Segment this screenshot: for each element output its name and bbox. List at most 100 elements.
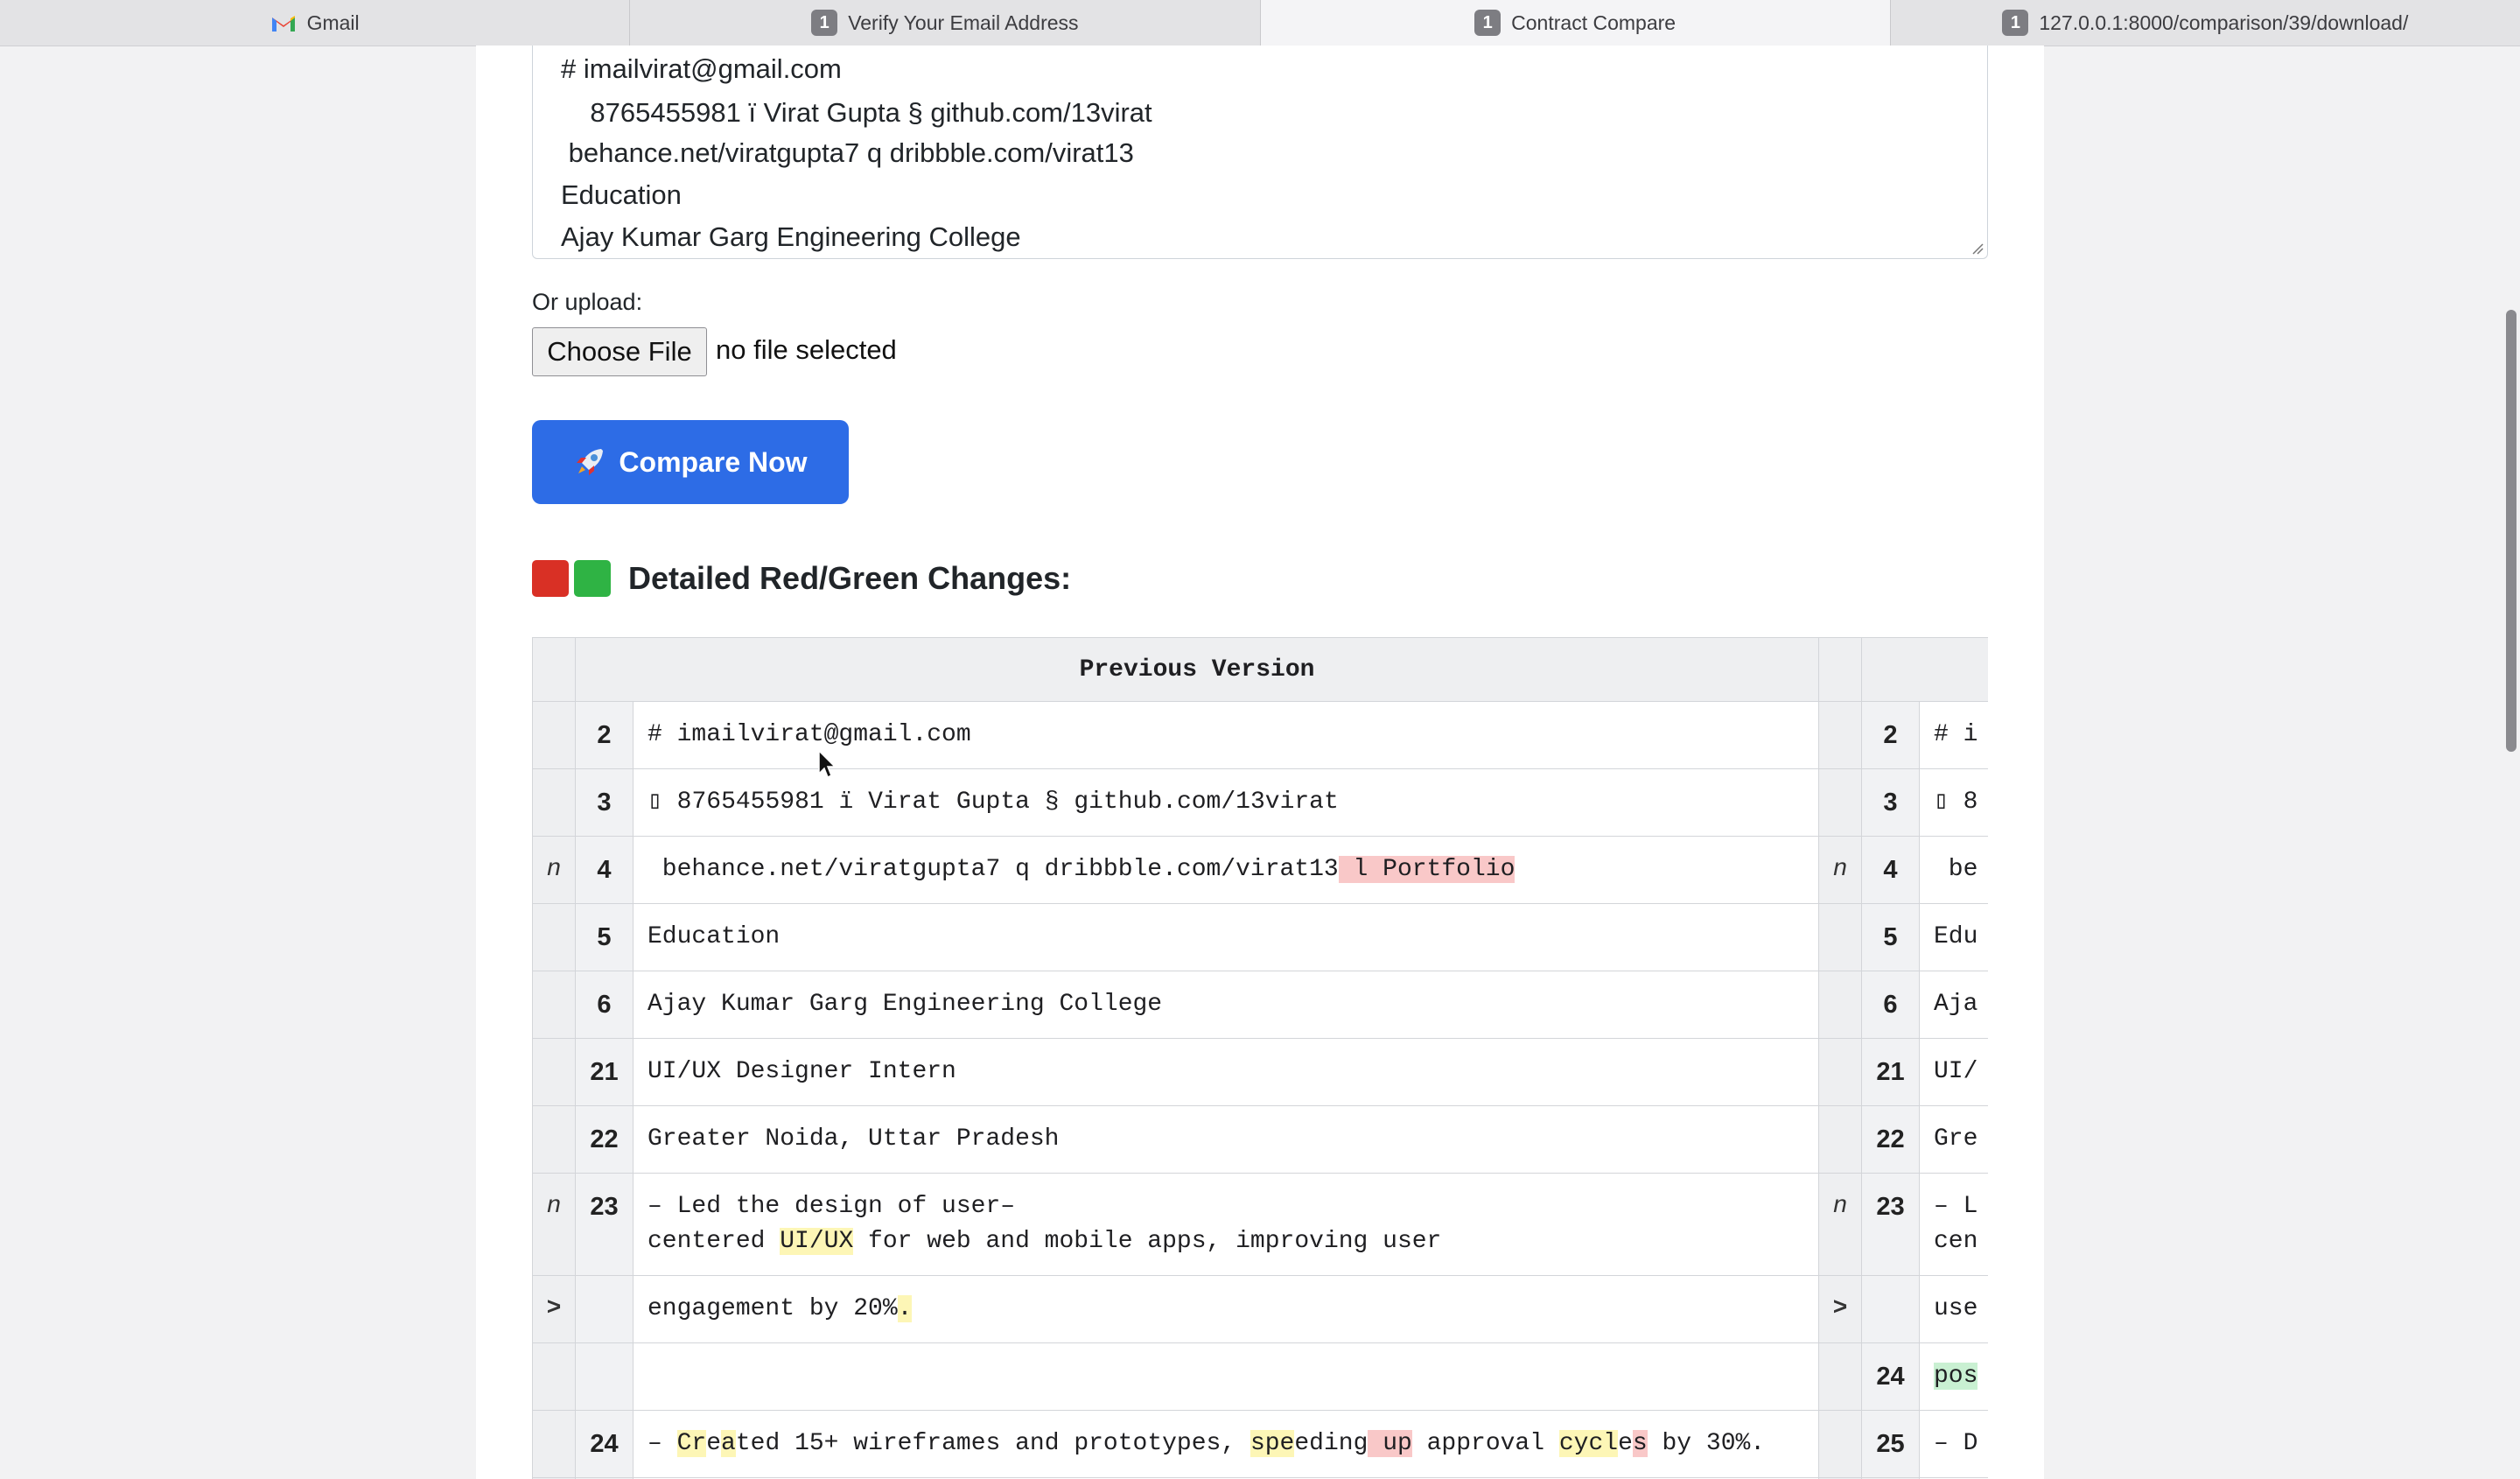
diff-changed-text: a [721,1430,736,1457]
tab-badge: 1 [1474,10,1502,36]
textarea-line:  8765455981 ï Virat Gupta § github.com/… [561,97,1152,128]
resize-handle-icon[interactable] [1971,242,1984,255]
choose-file-button[interactable]: Choose File [532,327,707,376]
diff-flag [532,1038,576,1106]
line-number: 23 [1861,1173,1920,1276]
diff-row: n 23 – Led the design of user– centered U… [532,1173,1988,1276]
diff-changed-text: . [897,1295,913,1322]
diff-flag [532,1410,576,1478]
changes-heading-text: Detailed Red/Green Changes: [628,560,1072,596]
diff-removed-text: up [1368,1430,1412,1457]
diff-header-flag [1818,637,1862,702]
textarea-line: behance.net/viratgupta7 q dribbble.com/v… [561,137,1134,168]
upload-label: Or upload: [532,289,643,315]
diff-right-text: # i [1919,701,1988,769]
line-number: 2 [1861,701,1920,769]
diff-flag [532,903,576,971]
diff-right-text: be [1919,836,1988,904]
line-number: 4 [1861,836,1920,904]
diff-flag: n [532,836,576,904]
textarea-line: # imailvirat@gmail.com [561,53,842,84]
diff-flag [1818,1105,1862,1174]
diff-right-text: – L cen [1919,1173,1988,1276]
line-number: 5 [575,903,634,971]
diff-row: 6 Ajay Kumar Garg Engineering College 6 … [532,971,1988,1039]
diff-flag: n [1818,836,1862,904]
diff-header-current [1861,637,1988,702]
compare-now-button[interactable]: Compare Now [532,420,849,504]
tab-badge: 1 [811,10,838,36]
page-content: # imailvirat@gmail.com  8765455981 ï Vi… [476,46,2044,1479]
diff-added-text: pos [1934,1363,1978,1390]
diff-line: cen [1934,1228,1978,1255]
diff-header-previous: Previous Version [575,637,1819,702]
tab-label: Gmail [306,11,360,34]
diff-flag: > [1818,1275,1862,1343]
gmail-icon [270,12,297,33]
diff-row: 24 pos [532,1342,1988,1411]
diff-flag [532,971,576,1039]
diff-row: > engagement by 20%. > use [532,1275,1988,1343]
diff-unchanged-text: approval [1411,1430,1559,1457]
diff-row: 21 UI/UX Designer Intern 21 UI/ [532,1038,1988,1106]
diff-right-text: use [1919,1275,1988,1343]
diff-unchanged-text: eding [1294,1430,1368,1457]
textarea-line: Ajay Kumar Garg Engineering College [561,221,1021,252]
diff-table: Previous Version 2 # imailvirat@gmail.co… [532,637,1988,1479]
diff-row: 2 # imailvirat@gmail.com 2 # i [532,701,1988,769]
line-number: 6 [575,971,634,1039]
diff-right-text: Aja [1919,971,1988,1039]
line-number: 5 [1861,903,1920,971]
compare-now-label: Compare Now [619,445,808,478]
diff-left-text: # imailvirat@gmail.com [633,701,1819,769]
line-number: 24 [1861,1342,1920,1411]
diff-line: centered UI/UX for web and mobile apps, … [648,1224,1804,1259]
diff-flag [532,768,576,837]
diff-right-text: Gre [1919,1105,1988,1174]
diff-flag [1818,1342,1862,1411]
line-number: 22 [575,1105,634,1174]
diff-right-text: ▯ 8 [1919,768,1988,837]
line-number: 6 [1861,971,1920,1039]
line-number: 25 [1861,1410,1920,1478]
tab-gmail[interactable]: Gmail [0,0,631,46]
diff-line: – L [1934,1193,1978,1220]
diff-flag: n [532,1173,576,1276]
diff-row: 5 Education 5 Edu [532,903,1988,971]
line-number: 3 [575,768,634,837]
diff-left-text [633,1342,1819,1411]
diff-row: 24 – Created 15+ wireframes and prototyp… [532,1410,1988,1478]
line-number [1861,1275,1920,1343]
tab-download[interactable]: 1 127.0.0.1:8000/comparison/39/download/ [1891,0,2520,46]
tab-label: 127.0.0.1:8000/comparison/39/download/ [2039,11,2409,34]
diff-left-text: UI/UX Designer Intern [633,1038,1819,1106]
diff-table-container[interactable]: Previous Version 2 # imailvirat@gmail.co… [532,637,1988,1479]
diff-changed-text: Cr [676,1430,707,1457]
tab-verify-email[interactable]: 1 Verify Your Email Address [630,0,1261,46]
diff-header-row: Previous Version [532,637,1988,702]
green-square-icon [574,560,611,597]
diff-unchanged-text: centered [648,1228,780,1255]
line-number: 21 [575,1038,634,1106]
contract-text-input[interactable]: # imailvirat@gmail.com  8765455981 ï Vi… [532,46,1988,259]
tab-badge: 1 [2002,10,2029,36]
tab-contract-compare[interactable]: 1 Contract Compare [1260,0,1891,46]
diff-changed-text: UI/UX [780,1228,854,1255]
diff-unchanged-text: for web and mobile apps, improving user [853,1228,1442,1255]
diff-unchanged-text: e [706,1430,722,1457]
diff-left-text: – Created 15+ wireframes and prototypes,… [633,1410,1819,1478]
diff-unchanged-text: by 30%. [1647,1430,1766,1457]
line-number: 24 [575,1410,634,1478]
diff-left-text: – Led the design of user– centered UI/UX … [633,1173,1819,1276]
diff-changed-text: cycl [1558,1430,1619,1457]
mouse-pointer-icon [818,749,836,779]
diff-right-text: pos [1919,1342,1988,1411]
diff-left-text: Greater Noida, Uttar Pradesh [633,1105,1819,1174]
diff-flag [532,701,576,769]
textarea-line: Education [561,179,682,210]
diff-removed-text: s [1632,1430,1648,1457]
line-number: 23 [575,1173,634,1276]
line-number: 22 [1861,1105,1920,1174]
page-scrollbar[interactable] [2506,310,2516,752]
line-number [575,1275,634,1343]
